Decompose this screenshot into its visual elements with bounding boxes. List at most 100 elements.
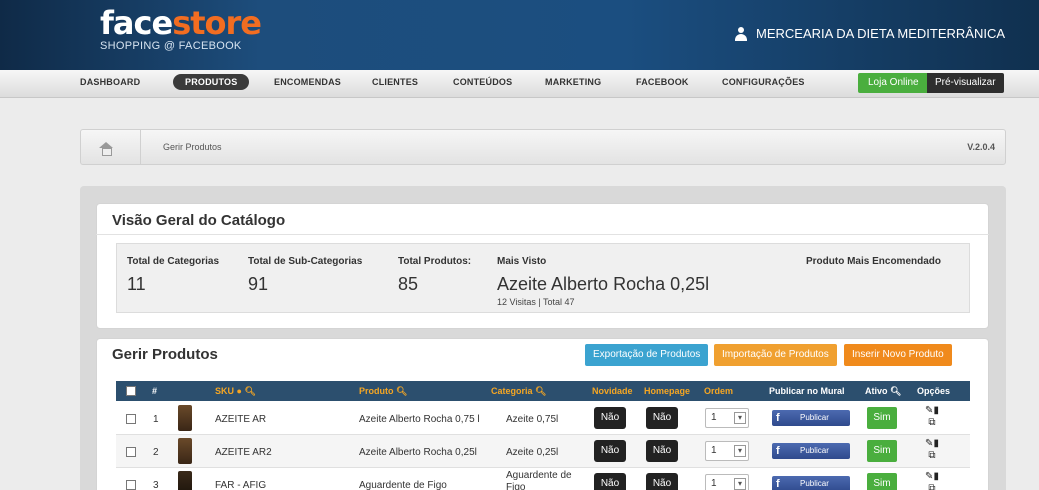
user-icon [734,26,748,41]
ordem-select[interactable]: 1 ▾ [705,408,749,428]
total-produtos-label: Total Produtos: [398,256,472,267]
novidade-toggle[interactable]: Não [594,440,626,462]
row-sku: AZEITE AR [215,414,267,425]
row-sku: FAR - AFIG [215,480,267,490]
row-checkbox[interactable] [126,414,136,424]
facebook-icon: f [776,412,780,424]
ativo-toggle[interactable]: Sim [867,473,897,490]
loja-online-button[interactable]: Loja Online [858,73,929,93]
facebook-icon: f [776,478,780,490]
nav-facebook[interactable]: FACEBOOK [636,77,689,87]
col-categoria[interactable]: Categoria 🔍︎ [491,386,546,397]
manage-products-title: Gerir Produtos [112,346,218,363]
chevron-down-icon: ▾ [734,478,746,490]
logo-face: face [100,4,173,42]
breadcrumb-separator [123,130,141,164]
ordem-value: 1 [711,478,717,489]
publicar-facebook-button[interactable]: f Publicar [772,410,850,426]
duplicate-icon[interactable]: ⧉ [928,483,935,490]
export-products-button[interactable]: Exportação de Produtos [585,344,709,366]
nav-dashboard[interactable]: DASHBOARD [80,77,140,87]
nav-conteudos[interactable]: CONTEÚDOS [453,77,512,87]
homepage-toggle[interactable]: Não [646,440,678,462]
col-ativo-label: Ativo [865,386,888,396]
total-categorias-value: 11 [127,274,146,294]
duplicate-icon[interactable]: ⧉ [928,417,935,428]
breadcrumb-current: Gerir Produtos [163,142,222,152]
insert-product-button[interactable]: Inserir Novo Produto [844,344,952,366]
search-icon[interactable]: 🔍︎ [890,386,901,396]
pre-visualizar-button[interactable]: Pré-visualizar [927,73,1004,93]
table-row[interactable]: 2 AZEITE AR2 Azeite Alberto Rocha 0,25l … [116,435,970,468]
publicar-label: Publicar [800,479,829,488]
sort-icon[interactable]: ● [237,386,242,396]
ativo-toggle[interactable]: Sim [867,440,897,462]
total-subcategorias-value: 91 [248,274,269,294]
nav-marketing[interactable]: MARKETING [545,77,601,87]
table-row[interactable]: 3 FAR - AFIG Aguardente de Figo Aguarden… [116,468,970,490]
publicar-label: Publicar [800,413,829,422]
publicar-facebook-button[interactable]: f Publicar [772,476,850,490]
ordem-value: 1 [711,412,717,423]
novidade-toggle[interactable]: Não [594,407,626,429]
publicar-facebook-button[interactable]: f Publicar [772,443,850,459]
row-checkbox[interactable] [126,447,136,457]
col-ordem[interactable]: Ordem [704,386,733,396]
ordem-select[interactable]: 1 ▾ [705,474,749,490]
row-options: ✎▮ ⧉ [922,471,942,490]
col-opcoes: Opções [917,386,951,396]
col-publicar: Publicar no Mural [769,386,845,396]
col-produto[interactable]: Produto 🔍︎ [359,386,407,397]
col-num: # [152,386,158,396]
nav-configuracoes[interactable]: CONFIGURAÇÕES [722,77,805,87]
overview-title: Visão Geral do Catálogo [112,212,286,229]
row-num: 2 [153,447,159,458]
store-account[interactable]: MERCEARIA DA DIETA MEDITERRÂNICA [734,26,1005,41]
import-products-button[interactable]: Importação de Produtos [714,344,837,366]
nav-clientes[interactable]: CLIENTES [372,77,418,87]
home-icon[interactable] [99,142,113,156]
homepage-toggle[interactable]: Não [646,473,678,490]
col-homepage[interactable]: Homepage [644,386,690,396]
col-ativo[interactable]: Ativo 🔍︎ [865,386,901,397]
search-icon[interactable]: 🔍︎ [535,386,546,396]
duplicate-icon[interactable]: ⧉ [928,450,935,461]
total-subcategorias-label: Total de Sub-Categorias [248,256,363,267]
nav-encomendas[interactable]: ENCOMENDAS [274,77,341,87]
select-all-checkbox[interactable] [126,386,136,396]
col-sku-label: SKU [215,386,235,396]
col-produto-label: Produto [359,386,394,396]
publicar-label: Publicar [800,446,829,455]
row-options: ✎▮ ⧉ [922,438,942,462]
products-table-header: # SKU ● 🔍︎ Produto 🔍︎ Categoria 🔍︎ Novid… [116,381,970,401]
delete-icon[interactable]: ▮ [933,471,939,482]
row-categoria: Aguardente de Figo [506,470,572,490]
col-sku[interactable]: SKU ● 🔍︎ [215,386,256,397]
search-icon[interactable]: 🔍︎ [396,386,407,396]
product-thumbnail[interactable] [178,471,192,490]
overview-divider [96,234,989,235]
col-novidade[interactable]: Novidade [592,386,633,396]
facestore-logo[interactable]: facestore SHOPPING @ FACEBOOK [100,4,262,52]
delete-icon[interactable]: ▮ [933,438,939,449]
table-row[interactable]: 1 AZEITE AR Azeite Alberto Rocha 0,75 l … [116,402,970,435]
ordem-value: 1 [711,445,717,456]
row-num: 1 [153,414,159,425]
nav-produtos[interactable]: PRODUTOS [173,74,250,90]
novidade-toggle[interactable]: Não [594,473,626,490]
homepage-toggle[interactable]: Não [646,407,678,429]
row-produto: Azeite Alberto Rocha 0,75 l [359,414,480,425]
version-label: V.2.0.4 [967,142,995,152]
row-checkbox[interactable] [126,480,136,490]
product-thumbnail[interactable] [178,405,192,431]
delete-icon[interactable]: ▮ [933,405,939,416]
chevron-down-icon: ▾ [734,412,746,424]
top-header: facestore SHOPPING @ FACEBOOK MERCEARIA … [0,0,1039,70]
search-icon[interactable]: 🔍︎ [244,386,255,396]
logo-store: store [172,4,262,42]
mais-visto-product[interactable]: Azeite Alberto Rocha 0,25l [497,274,709,295]
ativo-toggle[interactable]: Sim [867,407,897,429]
mais-visto-visits: 12 Visitas | Total 47 [497,297,575,307]
product-thumbnail[interactable] [178,438,192,464]
ordem-select[interactable]: 1 ▾ [705,441,749,461]
